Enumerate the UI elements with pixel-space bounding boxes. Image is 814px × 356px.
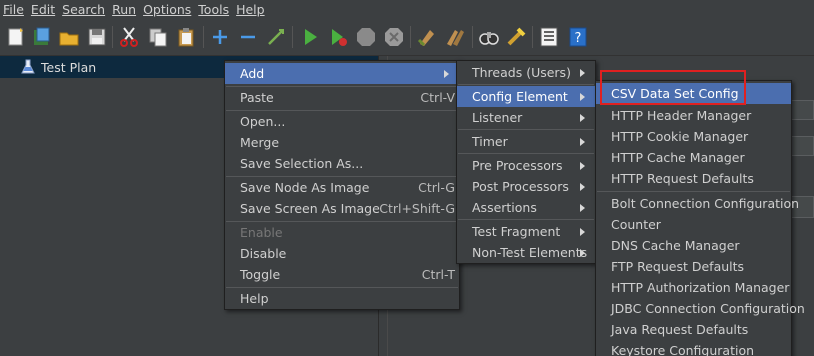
submenu-arrow-icon (580, 161, 585, 170)
menu-item-jdbc-connection-configuration[interactable]: JDBC Connection Configuration (596, 298, 805, 319)
menu-item-save-selection[interactable]: Save Selection As... (225, 153, 459, 174)
config-element-submenu: CSV Data Set Config HTTP Header Manager … (595, 80, 805, 356)
help-icon[interactable]: ? (566, 25, 590, 49)
menu-edit[interactable]: Edit (28, 0, 59, 20)
collapse-icon[interactable] (236, 25, 260, 49)
submenu-arrow-icon (580, 227, 585, 236)
cut-icon[interactable] (117, 25, 141, 49)
test-plan-icon (21, 59, 35, 74)
start-no-pause-icon[interactable] (326, 25, 350, 49)
copy-icon[interactable] (146, 25, 170, 49)
submenu-arrow-icon (580, 248, 585, 257)
menu-file[interactable]: File (0, 0, 28, 20)
menu-item-csv-data-set-config[interactable]: CSV Data Set Config (596, 83, 791, 104)
tree-node-label: Test Plan (41, 59, 97, 75)
menu-item-http-authorization-manager[interactable]: HTTP Authorization Manager (596, 277, 791, 298)
menu-search[interactable]: Search (59, 0, 109, 20)
add-submenu: Threads (Users) Config Element Listener … (456, 60, 596, 264)
menu-item-threads[interactable]: Threads (Users) (457, 62, 595, 83)
toolbar: ? (0, 20, 814, 56)
menu-item-add[interactable]: Add (225, 63, 459, 84)
submenu-arrow-icon (580, 137, 585, 146)
editor-field (790, 100, 814, 120)
search-icon[interactable] (477, 25, 501, 49)
menu-item-save-screen-image[interactable]: Save Screen As Image Ctrl+Shift-G (225, 198, 459, 219)
menu-item-enable: Enable (240, 225, 283, 240)
menu-item-http-request-defaults[interactable]: HTTP Request Defaults (596, 168, 791, 189)
menu-item-listener[interactable]: Listener (457, 107, 595, 128)
menu-tools[interactable]: Tools (195, 0, 233, 20)
submenu-arrow-icon (444, 69, 449, 78)
menu-item-toggle[interactable]: Toggle Ctrl-T (225, 264, 459, 285)
menu-item-dns-cache-manager[interactable]: DNS Cache Manager (596, 235, 791, 256)
menu-item-http-cookie-manager[interactable]: HTTP Cookie Manager (596, 126, 791, 147)
clear-icon[interactable] (415, 25, 439, 49)
menu-item-http-header-manager[interactable]: HTTP Header Manager (596, 105, 791, 126)
clear-all-icon[interactable] (443, 25, 467, 49)
paste-icon[interactable] (174, 25, 198, 49)
svg-text:?: ? (575, 31, 582, 46)
menu-item-post-processors[interactable]: Post Processors (457, 176, 595, 197)
open-icon[interactable] (57, 25, 81, 49)
submenu-arrow-icon (580, 68, 585, 77)
shutdown-icon[interactable] (382, 25, 406, 49)
submenu-arrow-icon (580, 113, 585, 122)
menu-item-paste[interactable]: Paste Ctrl-V (225, 87, 459, 108)
toggle-icon[interactable] (264, 25, 288, 49)
menu-bar: File Edit Search Run Options Tools Help (0, 0, 814, 20)
menu-item-non-test-elements[interactable]: Non-Test Elements (457, 242, 595, 263)
submenu-arrow-icon (580, 203, 585, 212)
menu-item-config-element[interactable]: Config Element (457, 86, 595, 107)
menu-item-bolt-connection-configuration[interactable]: Bolt Connection Configuration (596, 193, 799, 214)
menu-item-java-request-defaults[interactable]: Java Request Defaults (596, 319, 791, 340)
submenu-arrow-icon (580, 92, 585, 101)
menu-item-save-node-image[interactable]: Save Node As Image Ctrl-G (225, 177, 459, 198)
menu-item-merge[interactable]: Merge (225, 132, 459, 153)
menu-item-open[interactable]: Open... (225, 111, 459, 132)
menu-item-timer[interactable]: Timer (457, 131, 595, 152)
menu-help[interactable]: Help (233, 0, 269, 20)
save-icon[interactable] (85, 25, 109, 49)
reset-search-icon[interactable] (504, 25, 528, 49)
new-icon[interactable] (4, 25, 28, 49)
context-menu: Add Paste Ctrl-V Open... Merge Save Selec… (224, 60, 460, 310)
menu-item-ftp-request-defaults[interactable]: FTP Request Defaults (596, 256, 791, 277)
editor-field (790, 136, 814, 156)
menu-options[interactable]: Options (140, 0, 195, 20)
menu-item-pre-processors[interactable]: Pre Processors (457, 155, 595, 176)
menu-item-counter[interactable]: Counter (596, 214, 791, 235)
start-icon[interactable] (298, 25, 322, 49)
menu-item-keystore-configuration[interactable]: Keystore Configuration (596, 340, 791, 356)
menu-item-help[interactable]: Help (225, 288, 459, 309)
menu-item-test-fragment[interactable]: Test Fragment (457, 221, 595, 242)
function-helper-icon[interactable] (537, 25, 561, 49)
menu-run[interactable]: Run (109, 0, 140, 20)
submenu-arrow-icon (580, 182, 585, 191)
expand-icon[interactable] (208, 25, 232, 49)
stop-icon[interactable] (354, 25, 378, 49)
menu-item-assertions[interactable]: Assertions (457, 197, 595, 218)
templates-icon[interactable] (30, 25, 54, 49)
menu-item-disable[interactable]: Disable (225, 243, 459, 264)
menu-item-http-cache-manager[interactable]: HTTP Cache Manager (596, 147, 791, 168)
